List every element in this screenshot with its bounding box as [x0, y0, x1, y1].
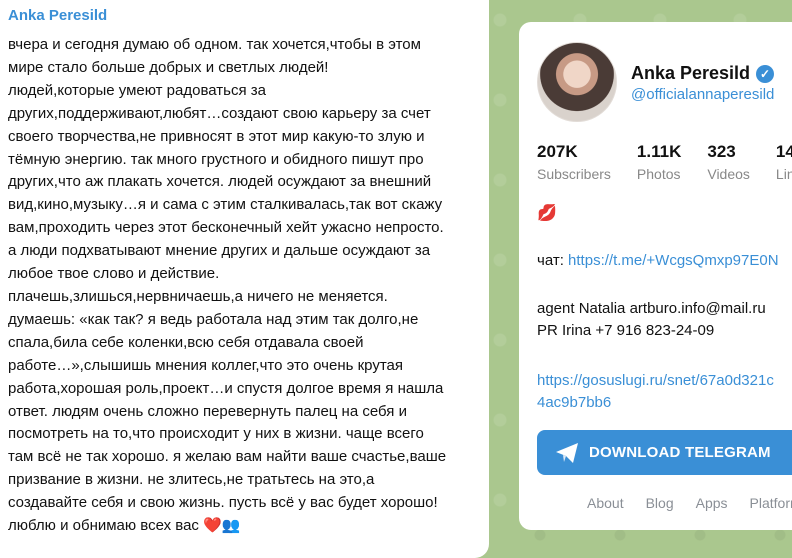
channel-name: Anka Peresild: [631, 63, 751, 83]
post-line: других,поддерживают,любят…создают свою к…: [8, 104, 431, 122]
pr-line: PR Irina +7 916 823-24-09: [537, 322, 715, 339]
footer-link-about[interactable]: About: [587, 495, 624, 511]
chat-label: чат:: [537, 252, 564, 269]
stat-videos[interactable]: 323 Videos: [707, 142, 750, 182]
post-line: людей,которые умеют радоваться за: [8, 81, 266, 99]
post-line: а люди подхватывают мнение других и даль…: [8, 242, 431, 260]
post-line: думаешь: «как так? я ведь работала над э…: [8, 310, 419, 328]
post-line: любое твое слово и действие.: [8, 265, 220, 283]
post-line: других,что аж плакать хочется. людей осу…: [8, 173, 432, 191]
link-part: 4ac9b7bb6: [537, 394, 612, 411]
avatar[interactable]: [537, 42, 617, 122]
heart-emoji-icon: ❤️: [203, 517, 222, 535]
footer-link-apps[interactable]: Apps: [696, 495, 728, 511]
people-emoji-icon: 👥: [221, 517, 241, 535]
stat-label: Photos: [636, 166, 681, 182]
post-line-last: люблю и обнимаю всех вас ❤️👥: [8, 515, 479, 538]
link-part: https://gosuslugi.ru/snet/67a0d321c: [537, 372, 774, 389]
post-line: посмотреть на то,что происходит у них в …: [8, 425, 424, 443]
post-line: создавайте себя и свою жизнь. пусть всё …: [8, 494, 438, 512]
footer-link-blog[interactable]: Blog: [646, 495, 674, 511]
channel-post: Anka Peresild вчера и сегодня думаю об о…: [0, 0, 489, 558]
stat-value: 14: [775, 142, 792, 161]
paper-plane-icon: [556, 443, 578, 463]
stat-label: Subscribers: [537, 166, 611, 182]
footer-link-platform[interactable]: Platform: [750, 495, 792, 511]
post-text: вчера и сегодня думаю об одном. так хоче…: [8, 34, 479, 538]
stat-links[interactable]: 14 Lin: [776, 142, 792, 182]
post-line: работе…»,слышишь мнения коллег,что это о…: [8, 356, 403, 374]
gosuslugi-link[interactable]: https://gosuslugi.ru/snet/67a0d321c 4ac9…: [537, 370, 774, 414]
chat-link[interactable]: https://t.me/+WcgsQmxp97E0N: [568, 252, 779, 269]
post-line: призвание в жизни. не злитесь,не тратьте…: [8, 471, 375, 489]
channel-name-row: Anka Peresild ✓: [631, 63, 775, 84]
stat-photos[interactable]: 1.11K Photos: [637, 142, 681, 182]
download-telegram-button[interactable]: DOWNLOAD TELEGRAM: [537, 430, 792, 475]
post-line: тёмную энергию. так много грустного и об…: [8, 150, 424, 168]
download-label: DOWNLOAD TELEGRAM: [589, 444, 771, 461]
post-line: вид,кино,музыку…я и сама с этим сталкива…: [8, 196, 443, 214]
post-line: плачешь,злишься,нервничаешь,а ничего не …: [8, 287, 388, 305]
post-line: своего творчества,не привносят в этот ми…: [8, 127, 425, 145]
verified-badge-icon: ✓: [756, 64, 775, 83]
post-line: вам,проходить через этот бесконечный хей…: [8, 219, 444, 237]
post-author[interactable]: Anka Peresild: [8, 7, 479, 25]
lips-emoji-icon: 💋: [537, 205, 557, 222]
post-line: там всё не так хорошо. я желаю вам найти…: [8, 448, 447, 466]
stat-value: 1.11K: [636, 142, 682, 161]
stat-subscribers[interactable]: 207K Subscribers: [537, 142, 611, 182]
post-line: люблю и обнимаю всех вас: [8, 517, 199, 535]
channel-stats: 207K Subscribers 1.11K Photos 323 Videos…: [537, 142, 792, 182]
stat-value: 207K: [537, 142, 578, 161]
chat-line: чат: https://t.me/+WcgsQmxp97E0N: [537, 252, 779, 269]
post-line: работа,хорошая роль,проект…и спустя долг…: [8, 379, 444, 397]
post-line: ответ. людям очень сложно перевернуть па…: [8, 402, 407, 420]
agent-line: agent Natalia artburo.info@mail.ru: [537, 300, 766, 317]
stat-label: Videos: [707, 166, 750, 182]
post-line: мире стало больше добрых и светлых людей…: [8, 58, 329, 76]
channel-handle[interactable]: @officialannaperesild: [631, 86, 774, 103]
post-line: спала,била себе коленки,всю себя отдавал…: [8, 333, 364, 351]
stat-label: Lin: [775, 166, 792, 182]
channel-info-card: Anka Peresild ✓ @officialannaperesild 20…: [519, 22, 792, 530]
post-line: вчера и сегодня думаю об одном. так хоче…: [8, 36, 421, 53]
contacts: agent Natalia artburo.info@mail.ru PR Ir…: [537, 298, 766, 342]
stat-value: 323: [707, 142, 736, 161]
footer-links: About Blog Apps Platform: [587, 495, 792, 511]
